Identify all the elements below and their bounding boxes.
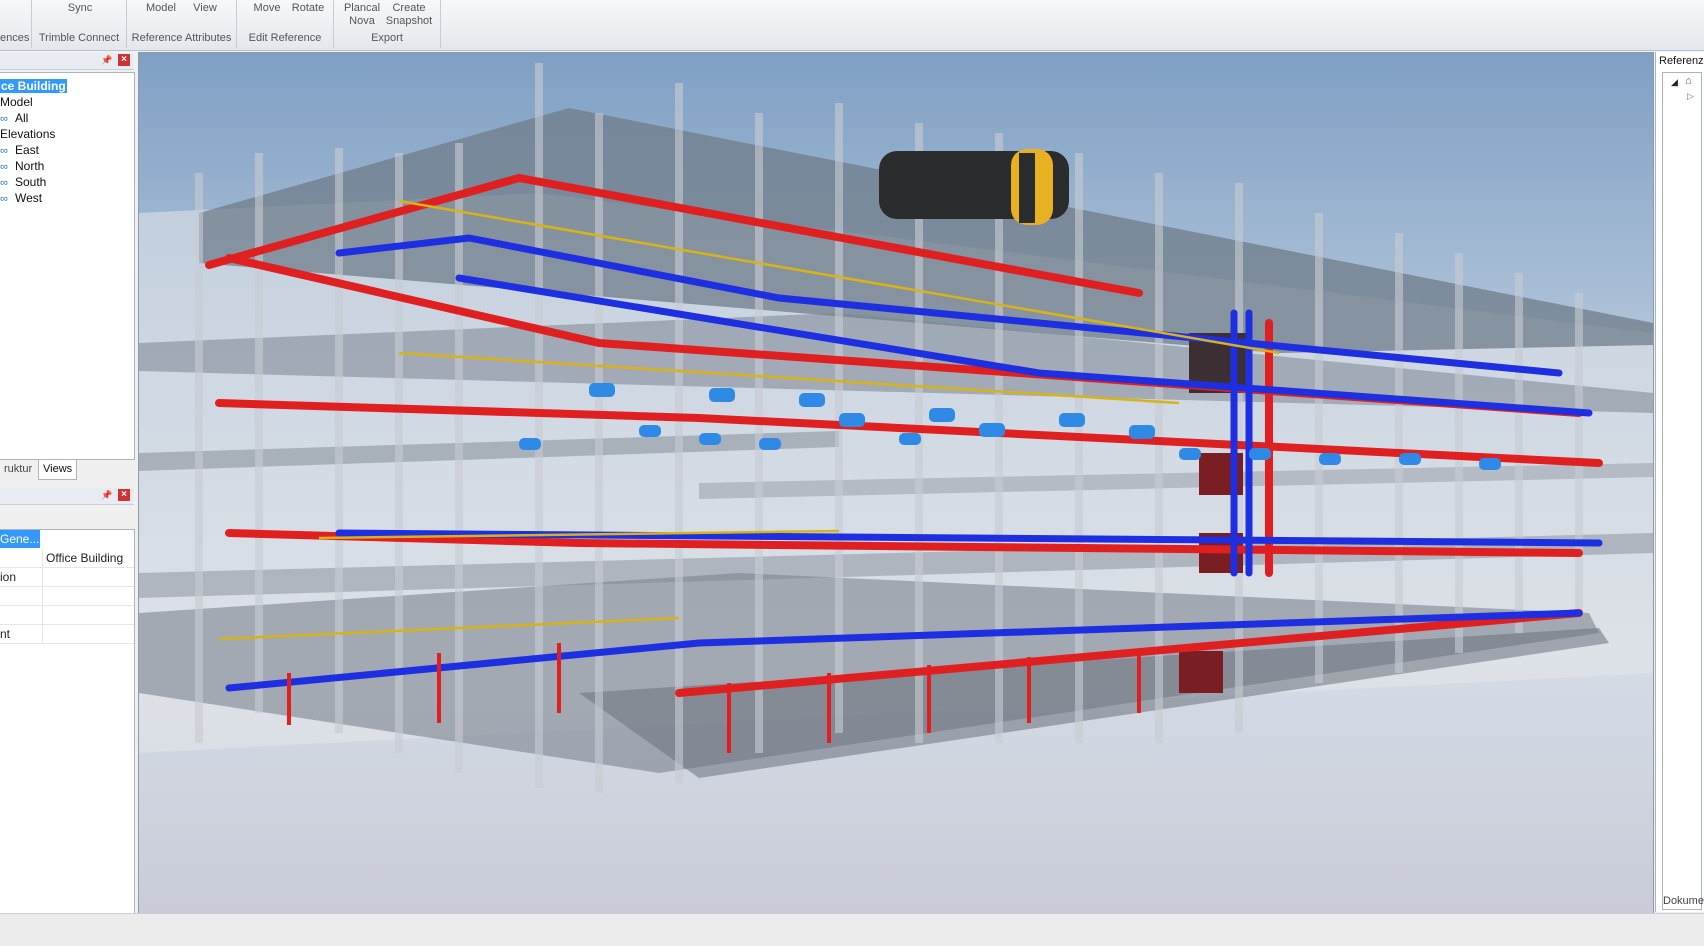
tree-item-all[interactable]: ∞ All xyxy=(0,111,28,126)
property-row[interactable] xyxy=(0,587,134,606)
group-label: ences xyxy=(0,32,30,44)
ribbon: ences Sync Trimble Connect Model View Re… xyxy=(0,0,1704,51)
properties-panel-header: 📌 × xyxy=(0,488,134,505)
close-icon[interactable]: × xyxy=(118,489,130,501)
property-row[interactable]: Office Building xyxy=(0,549,134,568)
3d-viewport[interactable] xyxy=(138,52,1654,914)
tree-item-office-building[interactable]: ce Building xyxy=(0,79,67,94)
view-icon: ∞ xyxy=(0,193,8,205)
ribbon-group-trimble-connect: Sync Trimble Connect xyxy=(32,0,127,48)
create-snapshot-button[interactable]: Create Snapshot xyxy=(384,2,434,28)
property-row[interactable]: nt xyxy=(0,625,134,644)
view-button[interactable]: View xyxy=(190,2,220,15)
panel-footer-tab[interactable]: Dokume xyxy=(1663,895,1704,907)
view-icon: ∞ xyxy=(0,113,8,125)
property-row[interactable]: ion xyxy=(0,568,134,587)
reference-side-panel: ◢ ⌂ ▷ Dokume xyxy=(1655,52,1704,912)
sync-button[interactable]: Sync xyxy=(67,2,93,15)
tree-item-model[interactable]: Model xyxy=(0,95,33,110)
plancal-nova-button[interactable]: Plancal Nova xyxy=(342,2,382,28)
reference-tree: ce Building Model ∞ All Elevations ∞ East … xyxy=(0,72,135,460)
group-label: Export xyxy=(371,32,403,44)
tree-item-north[interactable]: ∞ North xyxy=(0,159,44,174)
reference-panel-title: Referenz xyxy=(1659,55,1704,67)
tree-item-south[interactable]: ∞ South xyxy=(0,175,46,190)
model-button[interactable]: Model xyxy=(144,2,178,15)
rotate-button[interactable]: Rotate xyxy=(290,2,326,15)
view-icon: ∞ xyxy=(0,145,8,157)
properties-grid: Gene... Office Building ion nt xyxy=(0,529,135,914)
group-label: Reference Attributes xyxy=(131,32,232,44)
expand-icon[interactable]: ▷ xyxy=(1687,91,1694,102)
tab-views[interactable]: Views xyxy=(38,460,78,480)
ribbon-group-export: Plancal Nova Create Snapshot Export xyxy=(334,0,441,48)
close-icon[interactable]: × xyxy=(118,54,130,66)
view-icon: ∞ xyxy=(0,161,8,173)
tree-panel-header: 📌 × xyxy=(0,53,134,70)
pin-icon[interactable]: 📌 xyxy=(101,490,112,500)
group-label: Trimble Connect xyxy=(38,32,120,44)
tree-item-east[interactable]: ∞ East xyxy=(0,143,39,158)
pin-icon[interactable]: 📌 xyxy=(101,55,112,65)
property-category-general[interactable]: Gene... xyxy=(0,530,40,548)
tree-node-icon[interactable]: ⌂ xyxy=(1685,75,1692,87)
ribbon-group-reference-attributes: Model View Reference Attributes xyxy=(127,0,237,48)
building-model-render xyxy=(139,53,1653,913)
tab-struktur[interactable]: ruktur xyxy=(0,460,36,479)
property-row[interactable] xyxy=(0,606,134,625)
view-icon: ∞ xyxy=(0,177,8,189)
ribbon-group-edit-reference: Move Rotate Edit Reference xyxy=(237,0,334,48)
group-label: Edit Reference xyxy=(248,32,322,44)
status-bar xyxy=(0,913,1704,946)
expand-icon[interactable]: ◢ xyxy=(1671,77,1678,88)
tree-item-elevations[interactable]: Elevations xyxy=(0,127,55,142)
ribbon-group-references: ences xyxy=(0,0,32,48)
move-button[interactable]: Move xyxy=(252,2,282,15)
tree-item-west[interactable]: ∞ West xyxy=(0,191,42,206)
reference-tree-right: ◢ ⌂ ▷ xyxy=(1662,72,1702,910)
